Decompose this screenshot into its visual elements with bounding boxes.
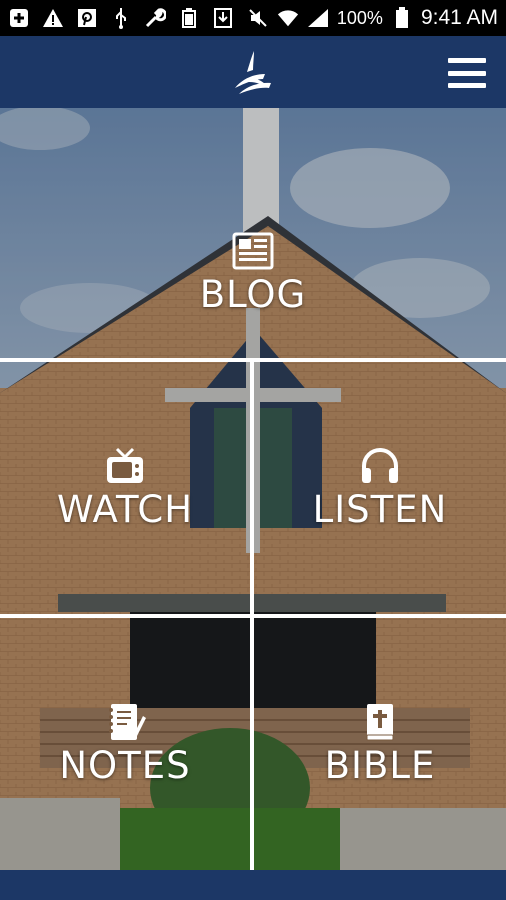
blog-label: BLOG (199, 272, 307, 316)
watch-tile[interactable]: WATCH (0, 362, 250, 614)
hamburger-menu-icon[interactable] (448, 58, 486, 88)
bible-label: BIBLE (324, 743, 436, 787)
wrench-icon (144, 7, 166, 29)
bible-icon (366, 703, 394, 741)
listen-tile[interactable]: LISTEN (254, 362, 506, 614)
warning-icon (42, 7, 64, 29)
tv-icon (107, 447, 143, 483)
status-time: 9:41 AM (420, 6, 498, 29)
watch-label: WATCH (56, 487, 194, 531)
app-header (0, 36, 506, 108)
add-box-icon (8, 7, 30, 29)
headphones-icon (362, 447, 398, 483)
hero-grid: BLOG WATCH LISTEN NOTES BIBLE (0, 108, 506, 870)
wifi-icon (277, 7, 299, 29)
signal-icon (307, 7, 329, 29)
usb-icon (110, 7, 132, 29)
notes-tile[interactable]: NOTES (0, 618, 250, 870)
church-logo-icon[interactable] (233, 48, 273, 96)
newspaper-icon (232, 232, 274, 270)
status-bar: 100% 9:41 AM (0, 0, 506, 36)
mute-icon (247, 7, 269, 29)
battery-full-icon (178, 7, 200, 29)
download-icon (212, 7, 234, 29)
bible-tile[interactable]: BIBLE (254, 618, 506, 870)
notebook-icon (109, 703, 146, 740)
notes-label: NOTES (59, 743, 191, 787)
battery-icon (391, 7, 413, 29)
footer-bar (0, 870, 506, 900)
blog-tile[interactable]: BLOG (0, 108, 506, 358)
battery-percent: 100% (336, 7, 383, 28)
listen-label: LISTEN (312, 487, 448, 531)
pinterest-icon (76, 7, 98, 29)
